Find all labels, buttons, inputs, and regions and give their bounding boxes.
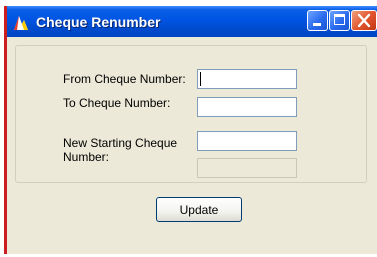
- close-icon: [357, 13, 371, 28]
- close-button[interactable]: [351, 10, 377, 31]
- to-cheque-input[interactable]: [197, 97, 297, 117]
- minimize-button[interactable]: [307, 10, 328, 31]
- maximize-icon: [334, 14, 345, 25]
- update-button[interactable]: Update: [156, 197, 242, 222]
- maximize-button[interactable]: [329, 10, 350, 31]
- new-starting-cheque-input[interactable]: [197, 131, 297, 151]
- disabled-cheque-field: [197, 158, 297, 178]
- window-title: Cheque Renumber: [36, 14, 161, 30]
- text-caret: [200, 72, 201, 86]
- new-starting-cheque-label: New Starting Cheque Number:: [63, 136, 178, 164]
- title-bar[interactable]: Cheque Renumber: [7, 6, 377, 37]
- app-icon: [13, 15, 29, 31]
- minimize-icon: [313, 23, 321, 26]
- from-cheque-input[interactable]: [197, 69, 297, 89]
- from-cheque-label: From Cheque Number:: [63, 72, 186, 86]
- to-cheque-label: To Cheque Number:: [63, 96, 171, 110]
